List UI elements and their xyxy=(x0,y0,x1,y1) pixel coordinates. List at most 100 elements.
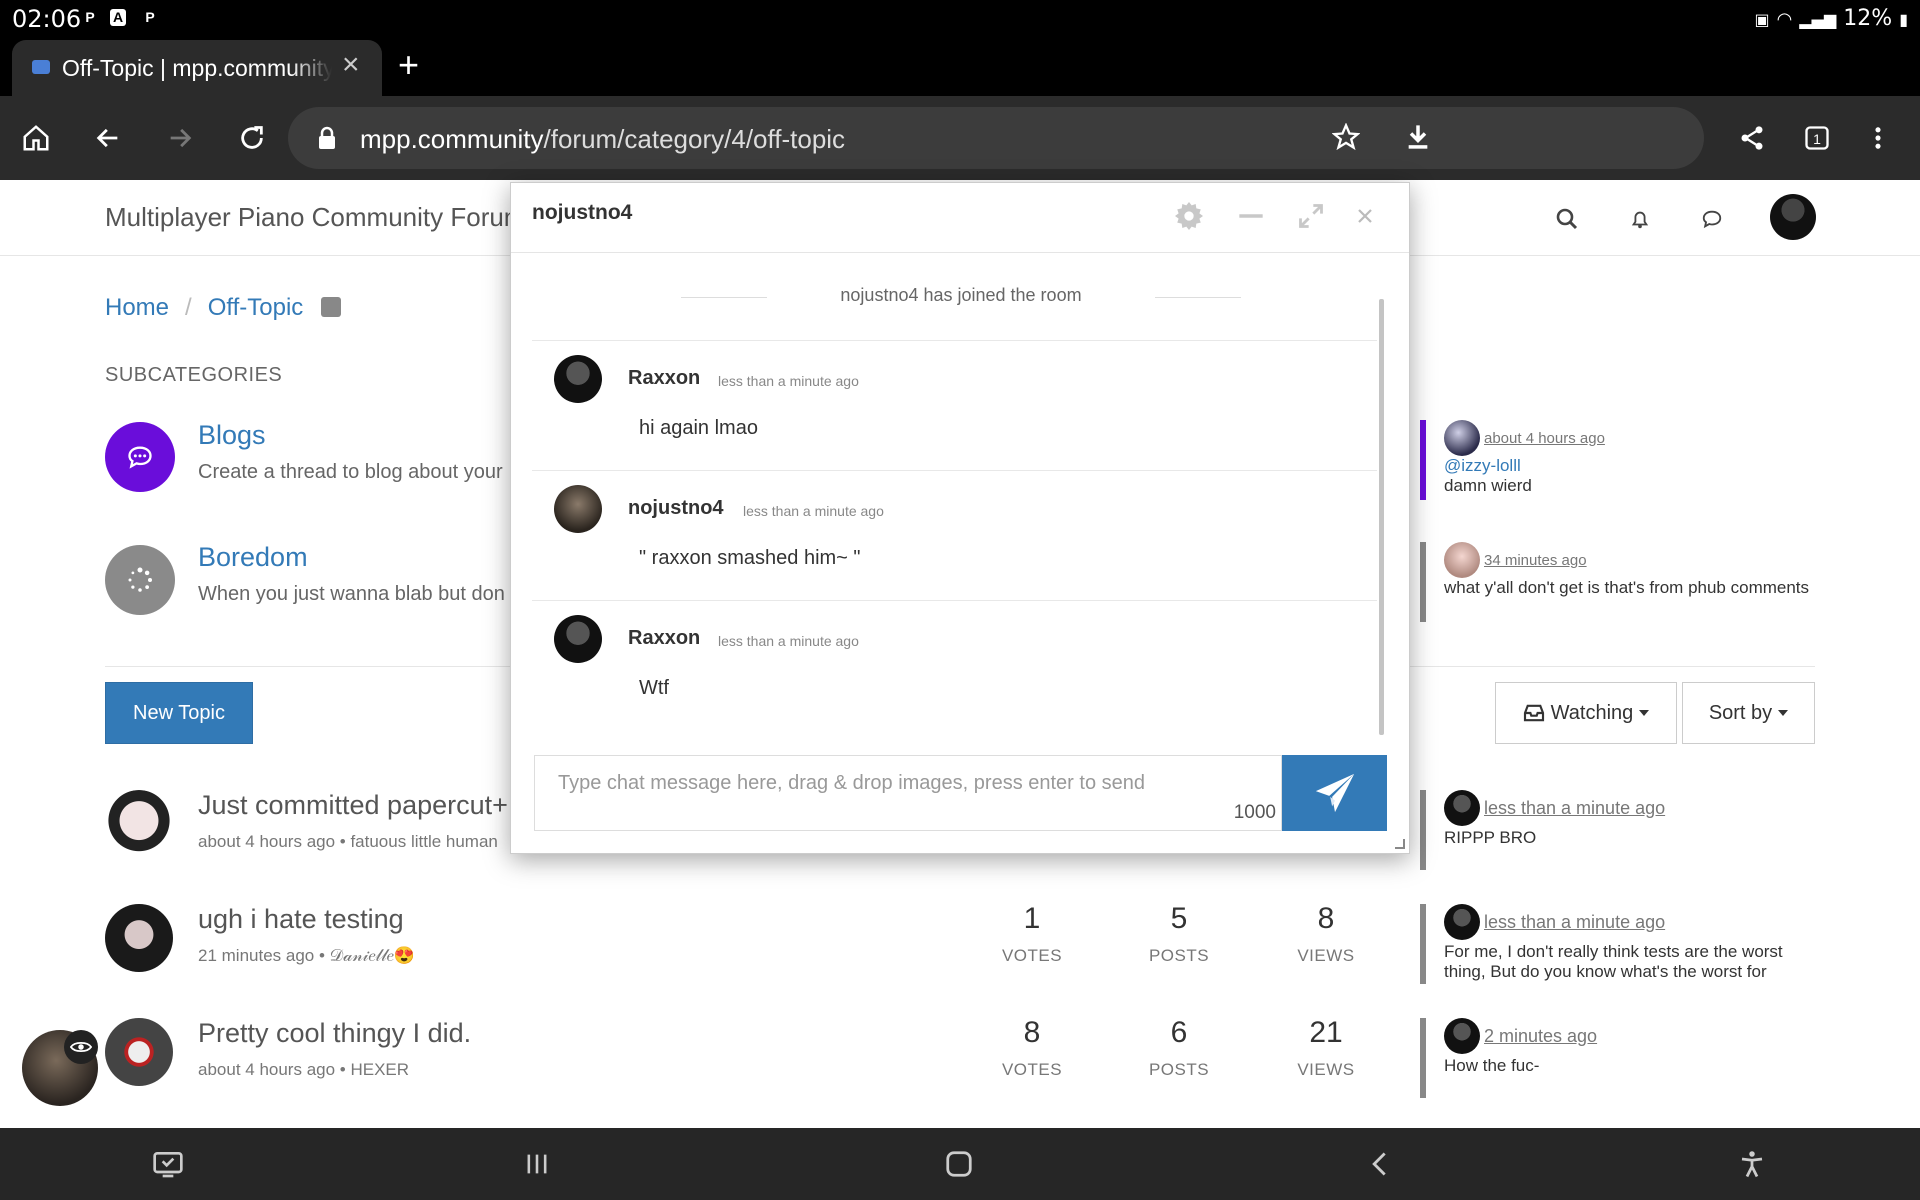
topic-avatar[interactable] xyxy=(105,1018,173,1086)
subcategory-boredom-name[interactable]: Boredom xyxy=(198,542,308,573)
eye-icon xyxy=(64,1030,98,1064)
message-avatar[interactable] xyxy=(554,355,602,403)
teaser-text: How the fuc- xyxy=(1444,1056,1540,1075)
download-button[interactable] xyxy=(1396,115,1440,159)
recents-button[interactable] xyxy=(515,1142,559,1186)
chat-scrollbar[interactable] xyxy=(1379,299,1384,735)
chats-button[interactable] xyxy=(1697,204,1727,234)
browser-toolbar: mpp.community/forum/category/4/off-topic… xyxy=(0,96,1920,180)
teaser-text: For me, I don't really think tests are t… xyxy=(1444,942,1783,981)
teaser-time[interactable]: less than a minute ago xyxy=(1484,798,1665,818)
forum-title[interactable]: Multiplayer Piano Community Forum xyxy=(105,202,525,233)
notifications-button[interactable] xyxy=(1625,204,1655,234)
topic-avatar[interactable] xyxy=(105,904,173,972)
download-icon xyxy=(1408,125,1428,149)
breadcrumb-home[interactable]: Home xyxy=(105,294,169,321)
minimize-icon xyxy=(1239,214,1263,218)
teaser-avatar[interactable] xyxy=(1444,790,1480,826)
more-vert-icon xyxy=(1875,127,1881,149)
android-nav-bar xyxy=(0,1128,1920,1200)
new-topic-button[interactable]: New Topic xyxy=(105,682,253,744)
chat-close-button[interactable] xyxy=(1348,199,1382,233)
chat-messages[interactable]: nojustno4 has joined the room Raxxon les… xyxy=(511,253,1409,741)
svg-text:1: 1 xyxy=(1813,131,1821,147)
user-avatar[interactable] xyxy=(1770,194,1816,240)
teaser-text: RIPPP BRO xyxy=(1444,828,1537,847)
teaser-avatar[interactable] xyxy=(1444,904,1480,940)
home-nav-button[interactable] xyxy=(937,1142,981,1186)
resize-handle[interactable] xyxy=(1395,839,1405,849)
topic-title[interactable]: Pretty cool thingy I did. xyxy=(198,1018,471,1049)
breadcrumb-off-topic[interactable]: Off-Topic xyxy=(208,294,304,321)
chat-title: nojustno4 xyxy=(532,201,633,224)
home-button[interactable] xyxy=(14,116,58,160)
posts-label: POSTS xyxy=(1148,946,1210,965)
chat-settings-button[interactable] xyxy=(1172,199,1206,233)
blogs-category-icon[interactable] xyxy=(105,422,175,492)
bell-icon xyxy=(1631,211,1649,229)
screen-button[interactable] xyxy=(146,1142,190,1186)
teaser-time[interactable]: less than a minute ago xyxy=(1484,912,1665,932)
breadcrumb: Home / Off-Topic xyxy=(105,294,342,322)
star-icon xyxy=(1332,123,1360,151)
sort-dropdown[interactable]: Sort by xyxy=(1682,682,1815,744)
caret-down-icon xyxy=(1639,710,1650,716)
new-tab-button[interactable]: + xyxy=(398,44,419,86)
subcategory-boredom-desc: When you just wanna blab but don xyxy=(198,583,505,605)
address-bar[interactable]: mpp.community/forum/category/4/off-topic xyxy=(288,107,1704,169)
watching-dropdown[interactable]: Watching xyxy=(1495,682,1677,744)
char-count: 1000 xyxy=(1233,802,1276,823)
search-button[interactable] xyxy=(1552,204,1582,234)
teaser-avatar[interactable] xyxy=(1444,1018,1480,1054)
caret-down-icon xyxy=(1778,710,1789,716)
tab-title: Off-Topic | mpp.community xyxy=(62,55,332,81)
url-text[interactable]: mpp.community/forum/category/4/off-topic xyxy=(360,124,845,155)
message-avatar[interactable] xyxy=(554,485,602,533)
message-username[interactable]: nojustno4 xyxy=(628,497,724,520)
spinner-icon xyxy=(128,567,152,592)
message-username[interactable]: Raxxon xyxy=(628,367,700,390)
topic-title[interactable]: Just committed papercut+ xyxy=(198,790,508,821)
join-notice: nojustno4 has joined the room xyxy=(681,285,1241,306)
topic-posts: 5 xyxy=(1170,902,1188,935)
search-icon xyxy=(1556,208,1578,230)
topic-title[interactable]: ugh i hate testing xyxy=(198,904,404,935)
topic-avatar[interactable] xyxy=(105,790,173,858)
menu-button[interactable] xyxy=(1856,116,1900,160)
accessibility-button[interactable] xyxy=(1730,1142,1774,1186)
back-button[interactable] xyxy=(86,116,130,160)
views-label: VIEWS xyxy=(1297,946,1355,965)
forward-button[interactable] xyxy=(158,116,202,160)
tab-switcher-button[interactable]: 1 xyxy=(1795,116,1839,160)
chat-input[interactable]: Type chat message here, drag & drop imag… xyxy=(534,755,1282,831)
send-button[interactable] xyxy=(1282,755,1387,831)
teaser-time[interactable]: about 4 hours ago xyxy=(1484,430,1605,447)
topic-posts: 6 xyxy=(1170,1016,1188,1049)
subcategory-blogs-name[interactable]: Blogs xyxy=(198,420,266,451)
teaser-time[interactable]: 34 minutes ago xyxy=(1484,552,1587,569)
watching-label: Watching xyxy=(1550,701,1634,724)
teaser-avatar[interactable] xyxy=(1444,420,1480,456)
votes-label: VOTES xyxy=(1001,946,1063,965)
battery-percent: 12% xyxy=(1843,6,1893,31)
chat-header[interactable]: nojustno4 xyxy=(511,183,1409,253)
chat-expand-button[interactable] xyxy=(1294,199,1328,233)
chat-input-placeholder: Type chat message here, drag & drop imag… xyxy=(558,772,1145,794)
message-avatar[interactable] xyxy=(554,615,602,663)
teaser-avatar[interactable] xyxy=(1444,542,1480,578)
chat-minimize-button[interactable] xyxy=(1234,199,1268,233)
boredom-category-icon[interactable] xyxy=(105,545,175,615)
reload-button[interactable] xyxy=(230,116,274,160)
share-button[interactable] xyxy=(1730,116,1774,160)
message-username[interactable]: Raxxon xyxy=(628,627,700,650)
message-time: less than a minute ago xyxy=(718,633,859,649)
tab-strip: Off-Topic | mpp.community × + xyxy=(0,36,1920,96)
close-tab-icon[interactable]: × xyxy=(342,48,360,82)
back-nav-button[interactable] xyxy=(1358,1142,1402,1186)
inbox-icon xyxy=(1523,704,1544,722)
tab-active[interactable]: Off-Topic | mpp.community × xyxy=(12,40,382,96)
teaser-time[interactable]: 2 minutes ago xyxy=(1484,1026,1597,1046)
rss-icon[interactable] xyxy=(321,297,342,317)
bookmark-button[interactable] xyxy=(1324,115,1368,159)
teaser-mention[interactable]: @izzy-lolll xyxy=(1444,456,1820,476)
